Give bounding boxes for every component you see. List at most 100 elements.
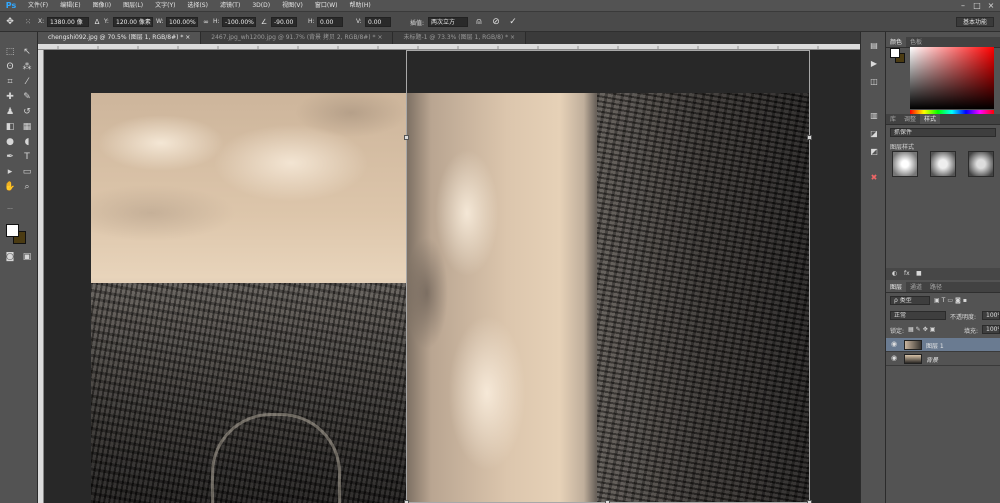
pen-tool-icon[interactable]: ✒ xyxy=(3,151,17,163)
quick-mask-icon[interactable]: ◙ xyxy=(3,251,17,263)
tab-color[interactable]: 颜色 xyxy=(886,37,907,47)
menu-select[interactable]: 选择(S) xyxy=(181,0,214,12)
layer-name[interactable]: 背景 xyxy=(926,355,938,364)
free-transform-box[interactable] xyxy=(404,50,812,503)
actions-panel-icon[interactable]: ▶ xyxy=(868,58,880,70)
tab-chengshi092[interactable]: chengshi092.jpg @ 70.5% (图层 1, RGB/8#) *… xyxy=(38,32,202,44)
style-thumbnail[interactable] xyxy=(968,151,994,177)
visibility-eye-icon[interactable]: ◉ xyxy=(891,354,897,362)
menu-file[interactable]: 文件(F) xyxy=(22,0,54,12)
delta-icon[interactable]: Δ xyxy=(91,16,103,28)
eyedropper-icon[interactable]: ⁄ xyxy=(20,76,34,88)
layer-name[interactable]: 图层 1 xyxy=(926,341,944,350)
shape-tool-icon[interactable]: ▭ xyxy=(20,166,34,178)
brush-tool-icon[interactable]: ✎ xyxy=(20,91,34,103)
transform-handle-right[interactable] xyxy=(807,135,812,140)
sky-clouds xyxy=(91,93,407,283)
dodge-tool-icon[interactable]: ◖ xyxy=(20,136,34,148)
tab-channels[interactable]: 通道 xyxy=(906,282,926,292)
magic-wand-icon[interactable]: ⁂ xyxy=(20,61,34,73)
adjustment-icon[interactable]: ◐ xyxy=(892,270,897,277)
tab-layers[interactable]: 图层 xyxy=(886,282,907,292)
rotate-field[interactable]: -90.00 xyxy=(271,17,297,27)
white-square-icon[interactable]: ■ xyxy=(916,270,922,277)
tab-paths[interactable]: 路径 xyxy=(926,282,946,292)
height-field[interactable]: -100.00% xyxy=(222,17,256,27)
visibility-eye-icon[interactable]: ◉ xyxy=(891,340,897,348)
cancel-transform-icon[interactable]: ⊘ xyxy=(490,16,502,28)
style-thumbnail[interactable] xyxy=(930,151,956,177)
menu-help[interactable]: 帮助(H) xyxy=(344,0,377,12)
layer-row[interactable]: ◉ 图层 1 xyxy=(886,338,1000,352)
tab-adjustments[interactable]: 调整 xyxy=(900,114,920,124)
minimize-button[interactable]: – xyxy=(956,0,970,12)
zoom-tool-icon[interactable]: ⌕ xyxy=(20,181,34,193)
filter-icons[interactable]: ▣T▭◙▪ xyxy=(934,297,969,304)
opacity-field[interactable]: 100% xyxy=(982,311,1000,320)
interpolation-select[interactable]: 两次立方 xyxy=(428,17,468,27)
marquee-tool-icon[interactable]: ⬚ xyxy=(3,46,17,58)
healing-brush-icon[interactable]: ✚ xyxy=(3,91,17,103)
tab-swatches[interactable]: 色板 xyxy=(906,37,926,47)
gradient-icon[interactable]: ▦ xyxy=(20,121,34,133)
transform-handle-left[interactable] xyxy=(404,135,409,140)
move-tool-preset-icon[interactable]: ✥ xyxy=(4,16,16,28)
fill-field[interactable]: 100% xyxy=(982,325,1000,334)
history-brush-icon[interactable]: ↺ xyxy=(20,106,34,118)
color-panel-foreground[interactable] xyxy=(890,48,900,58)
y-position-field[interactable]: 120.00 像素 xyxy=(113,17,153,27)
screen-mode-icon[interactable]: ▣ xyxy=(20,251,34,263)
path-select-icon[interactable]: ▸ xyxy=(3,166,17,178)
brush-panel-icon[interactable]: ◪ xyxy=(868,128,880,140)
clone-stamp-icon[interactable]: ♟ xyxy=(3,106,17,118)
color-picker-field[interactable] xyxy=(910,47,994,109)
blur-tool-icon[interactable]: ● xyxy=(3,136,17,148)
lasso-tool-icon[interactable]: ʘ xyxy=(3,61,17,73)
x-position-field[interactable]: 1380.00 像 xyxy=(47,17,89,27)
menu-edit[interactable]: 编辑(E) xyxy=(54,0,86,12)
menu-layer[interactable]: 图层(L) xyxy=(117,0,149,12)
layer-filter-select[interactable]: ρ 类型 xyxy=(890,296,930,305)
warp-icon[interactable]: ⍝ xyxy=(473,16,485,28)
link-icon[interactable]: ∞ xyxy=(200,16,212,28)
type-tool-icon[interactable]: T xyxy=(20,151,34,163)
foreground-color-swatch[interactable] xyxy=(6,224,19,237)
width-field[interactable]: 100.00% xyxy=(166,17,198,27)
menu-type[interactable]: 文字(Y) xyxy=(149,0,181,12)
menu-view[interactable]: 视图(V) xyxy=(276,0,309,12)
menu-image[interactable]: 图像(I) xyxy=(87,0,117,12)
layers-panel-tabs: 图层 通道 路径 xyxy=(886,282,1000,293)
info-panel-icon[interactable]: ▥ xyxy=(868,110,880,122)
tab-library[interactable]: 库 xyxy=(886,114,900,124)
eraser-icon[interactable]: ◧ xyxy=(3,121,17,133)
reference-point-icon[interactable]: ⁙ xyxy=(22,16,34,28)
crop-tool-icon[interactable]: ⌗ xyxy=(3,76,17,88)
history-panel-icon[interactable]: ▤ xyxy=(868,40,880,52)
hand-tool-icon[interactable]: ✋ xyxy=(3,181,17,193)
styles-panel-tabs: 库 调整 样式 xyxy=(886,114,1000,125)
commit-transform-icon[interactable]: ✓ xyxy=(507,16,519,28)
menu-filter[interactable]: 滤镜(T) xyxy=(214,0,246,12)
canvas-area[interactable] xyxy=(44,50,860,503)
menu-3d[interactable]: 3D(D) xyxy=(246,0,276,12)
character-panel-icon[interactable]: ◩ xyxy=(868,146,880,158)
v-skew-field[interactable]: 0.00 xyxy=(365,17,391,27)
style-thumbnail[interactable] xyxy=(892,151,918,177)
tab-styles[interactable]: 样式 xyxy=(920,114,941,124)
tab-untitled-1[interactable]: 未标题-1 @ 73.3% (图层 1, RGB/8) * × xyxy=(393,32,527,44)
maximize-button[interactable]: □ xyxy=(970,0,984,12)
styles-dropdown[interactable]: 抓保件 xyxy=(890,128,996,137)
tool-presets-icon[interactable]: ✖ xyxy=(868,172,880,184)
more-tools-icon[interactable]: ··· xyxy=(3,204,17,216)
lock-icons[interactable]: ▦✎✥▣ xyxy=(908,326,937,333)
layer-row[interactable]: ◉ 背景 xyxy=(886,352,1000,366)
blend-mode-select[interactable]: 正常 xyxy=(890,311,946,320)
close-window-button[interactable]: × xyxy=(984,0,998,12)
move-tool-icon[interactable]: ↖ xyxy=(20,46,34,58)
tab-2467[interactable]: 2467.jpg_wh1200.jpg @ 91.7% (背景 拷贝 2, RG… xyxy=(201,32,394,44)
properties-panel-icon[interactable]: ◫ xyxy=(868,76,880,88)
fx-icon[interactable]: fx xyxy=(904,270,910,277)
menu-window[interactable]: 窗口(W) xyxy=(309,0,344,12)
workspace-select[interactable]: 基本功能 xyxy=(956,17,994,27)
h-skew-field[interactable]: 0.00 xyxy=(317,17,343,27)
